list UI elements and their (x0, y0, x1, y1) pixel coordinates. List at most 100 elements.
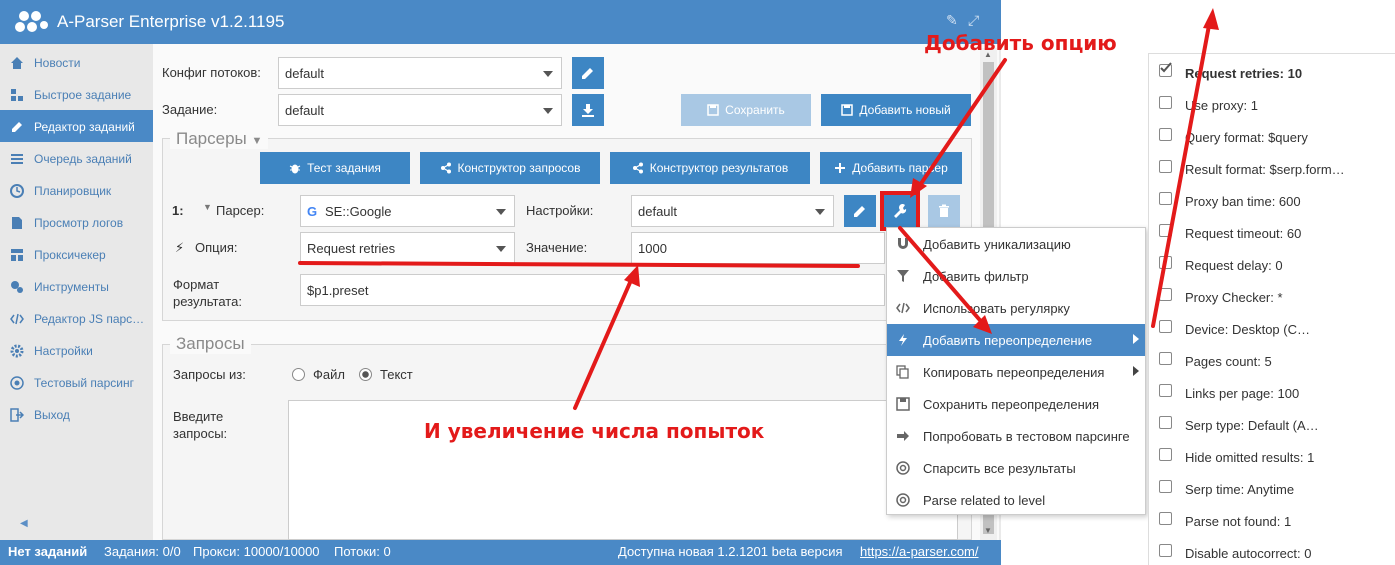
status-link[interactable]: https://a-parser.com/ (860, 544, 979, 559)
result-builder-button[interactable]: Конструктор результатов (610, 152, 810, 184)
option-item[interactable]: Result format: $serp.form… (1149, 152, 1395, 184)
sidebar-item-label: Инструменты (34, 280, 109, 294)
parser-select[interactable]: G SE::Google (300, 195, 515, 227)
checkbox-icon[interactable] (1159, 352, 1172, 365)
option-item[interactable]: Request delay: 0 (1149, 248, 1395, 280)
checkbox-icon[interactable] (1159, 224, 1172, 237)
menu-item-parse-all-results[interactable]: Спарсить все результаты (887, 452, 1145, 484)
option-item[interactable]: Pages count: 5 (1149, 344, 1395, 376)
save-button[interactable]: Сохранить (681, 94, 811, 126)
option-item[interactable]: Parse not found: 1 (1149, 504, 1395, 536)
sidebar-item-scheduler[interactable]: Планировщик (0, 174, 153, 206)
menu-item-label: Спарсить все результаты (923, 461, 1076, 476)
checkbox-icon[interactable] (1159, 192, 1172, 205)
bug-icon (289, 164, 301, 174)
sidebar-item-task-editor[interactable]: Редактор заданий (0, 110, 153, 142)
query-builder-button[interactable]: Конструктор запросов (420, 152, 600, 184)
checkbox-icon[interactable] (1159, 128, 1172, 141)
sidebar-item-tools[interactable]: Инструменты (0, 270, 153, 302)
option-item[interactable]: Proxy Checker: * (1149, 280, 1395, 312)
checkbox-icon[interactable] (1159, 416, 1172, 429)
option-item[interactable]: Hide omitted results: 1 (1149, 440, 1395, 472)
option-item[interactable]: Query format: $query (1149, 120, 1395, 152)
pin-icon[interactable]: ✎ (946, 12, 958, 29)
edit-settings-button[interactable] (844, 195, 876, 227)
threads-config-select[interactable]: default (278, 57, 562, 89)
option-item[interactable]: Links per page: 100 (1149, 376, 1395, 408)
add-new-button[interactable]: Добавить новый (821, 94, 971, 126)
checkbox-icon[interactable] (1159, 448, 1172, 461)
save-icon (896, 397, 910, 411)
checkbox-icon[interactable] (1159, 320, 1172, 333)
sidebar-item-news[interactable]: Новости (0, 46, 153, 78)
edit-threads-button[interactable] (572, 57, 604, 89)
settings-select[interactable]: default (631, 195, 834, 227)
menu-item-try-test-parsing[interactable]: Попробовать в тестовом парсинге (887, 420, 1145, 452)
sidebar-item-settings[interactable]: Настройки (0, 334, 153, 366)
option-item[interactable]: Serp type: Default (A… (1149, 408, 1395, 440)
menu-item-save-overrides[interactable]: Сохранить переопределения (887, 388, 1145, 420)
menu-item-add-override[interactable]: Добавить переопределение (887, 324, 1145, 356)
delete-parser-button[interactable] (928, 195, 960, 227)
sidebar-item-js-editor[interactable]: Редактор JS парс… (0, 302, 153, 334)
option-item[interactable]: Proxy ban time: 600 (1149, 184, 1395, 216)
menu-item-add-uniqueness[interactable]: Добавить уникализацию (887, 228, 1145, 260)
enter-queries-label-1: Введите (173, 409, 224, 424)
checkbox-icon[interactable] (1159, 256, 1172, 269)
sidebar-item-exit[interactable]: Выход (0, 398, 153, 430)
sidebar-item-logs[interactable]: Просмотр логов (0, 206, 153, 238)
option-item-label: Hide omitted results: 1 (1185, 450, 1315, 465)
option-item[interactable]: Device: Desktop (C… (1149, 312, 1395, 344)
option-item[interactable]: Serp time: Anytime (1149, 472, 1395, 504)
option-item[interactable]: Request retries: 10 (1149, 56, 1395, 88)
checkbox-icon[interactable] (1159, 544, 1172, 557)
status-threads: Потоки: 0 (334, 544, 391, 559)
radio-file-label: Файл (313, 367, 345, 382)
sidebar-item-quick-task[interactable]: Быстрое задание (0, 78, 153, 110)
pencil-icon (854, 206, 865, 217)
add-parser-button[interactable]: Добавить парсер (820, 152, 962, 184)
option-value-input[interactable]: 1000 (631, 232, 885, 264)
maximize-icon[interactable]: ⤢ (968, 12, 979, 29)
chevron-down-icon (543, 71, 553, 77)
result-format-input[interactable]: $p1.preset (300, 274, 885, 306)
radio-text[interactable] (359, 367, 372, 382)
lifebuoy-icon (896, 493, 910, 507)
option-select[interactable]: Request retries (300, 232, 515, 264)
scroll-down-icon[interactable]: ▼ (984, 526, 992, 535)
option-item-label: Result format: $serp.form… (1185, 162, 1345, 177)
menu-item-use-regex[interactable]: Использовать регулярку (887, 292, 1145, 324)
query-builder-label: Конструктор запросов (457, 161, 581, 175)
checkbox-icon[interactable] (1159, 480, 1172, 493)
checkbox-icon[interactable] (1159, 160, 1172, 173)
trash-icon (939, 204, 949, 217)
menu-item-label: Добавить фильтр (923, 269, 1029, 284)
sidebar-item-task-queue[interactable]: Очередь заданий (0, 142, 153, 174)
menu-item-parse-related[interactable]: Parse related to level (887, 484, 1145, 516)
collapse-sidebar-icon[interactable]: ◀ (20, 518, 28, 529)
checkbox-icon[interactable] (1159, 512, 1172, 525)
option-item[interactable]: Use proxy: 1 (1149, 88, 1395, 120)
option-value: Request retries (307, 241, 396, 256)
status-bar: Нет заданий Задания: 0/0 Прокси: 10000/1… (0, 540, 1001, 565)
radio-file[interactable] (292, 367, 305, 382)
parser-options-button[interactable] (880, 191, 920, 231)
caret-down-icon[interactable]: ▼ (203, 202, 212, 212)
download-task-button[interactable] (572, 94, 604, 126)
parsers-legend[interactable]: Парсеры ▼ (170, 129, 269, 149)
checkbox-icon[interactable] (1159, 288, 1172, 301)
menu-item-add-filter[interactable]: Добавить фильтр (887, 260, 1145, 292)
menu-item-copy-overrides[interactable]: Копировать переопределения (887, 356, 1145, 388)
checkbox-icon[interactable] (1159, 384, 1172, 397)
task-value: default (285, 103, 325, 118)
checkbox-checked-icon[interactable] (1159, 62, 1172, 77)
checkbox-icon[interactable] (1159, 96, 1172, 109)
option-item[interactable]: Disable autocorrect: 0 (1149, 536, 1395, 565)
home-icon (11, 57, 23, 69)
option-item[interactable]: Request timeout: 60 (1149, 216, 1395, 248)
sidebar-item-test-parsing[interactable]: Тестовый парсинг (0, 366, 153, 398)
sidebar-item-proxy-checker[interactable]: Проксичекер (0, 238, 153, 270)
task-select[interactable]: default (278, 94, 562, 126)
sidebar-item-label: Редактор JS парс… (34, 312, 145, 326)
test-task-button[interactable]: Тест задания (260, 152, 410, 184)
